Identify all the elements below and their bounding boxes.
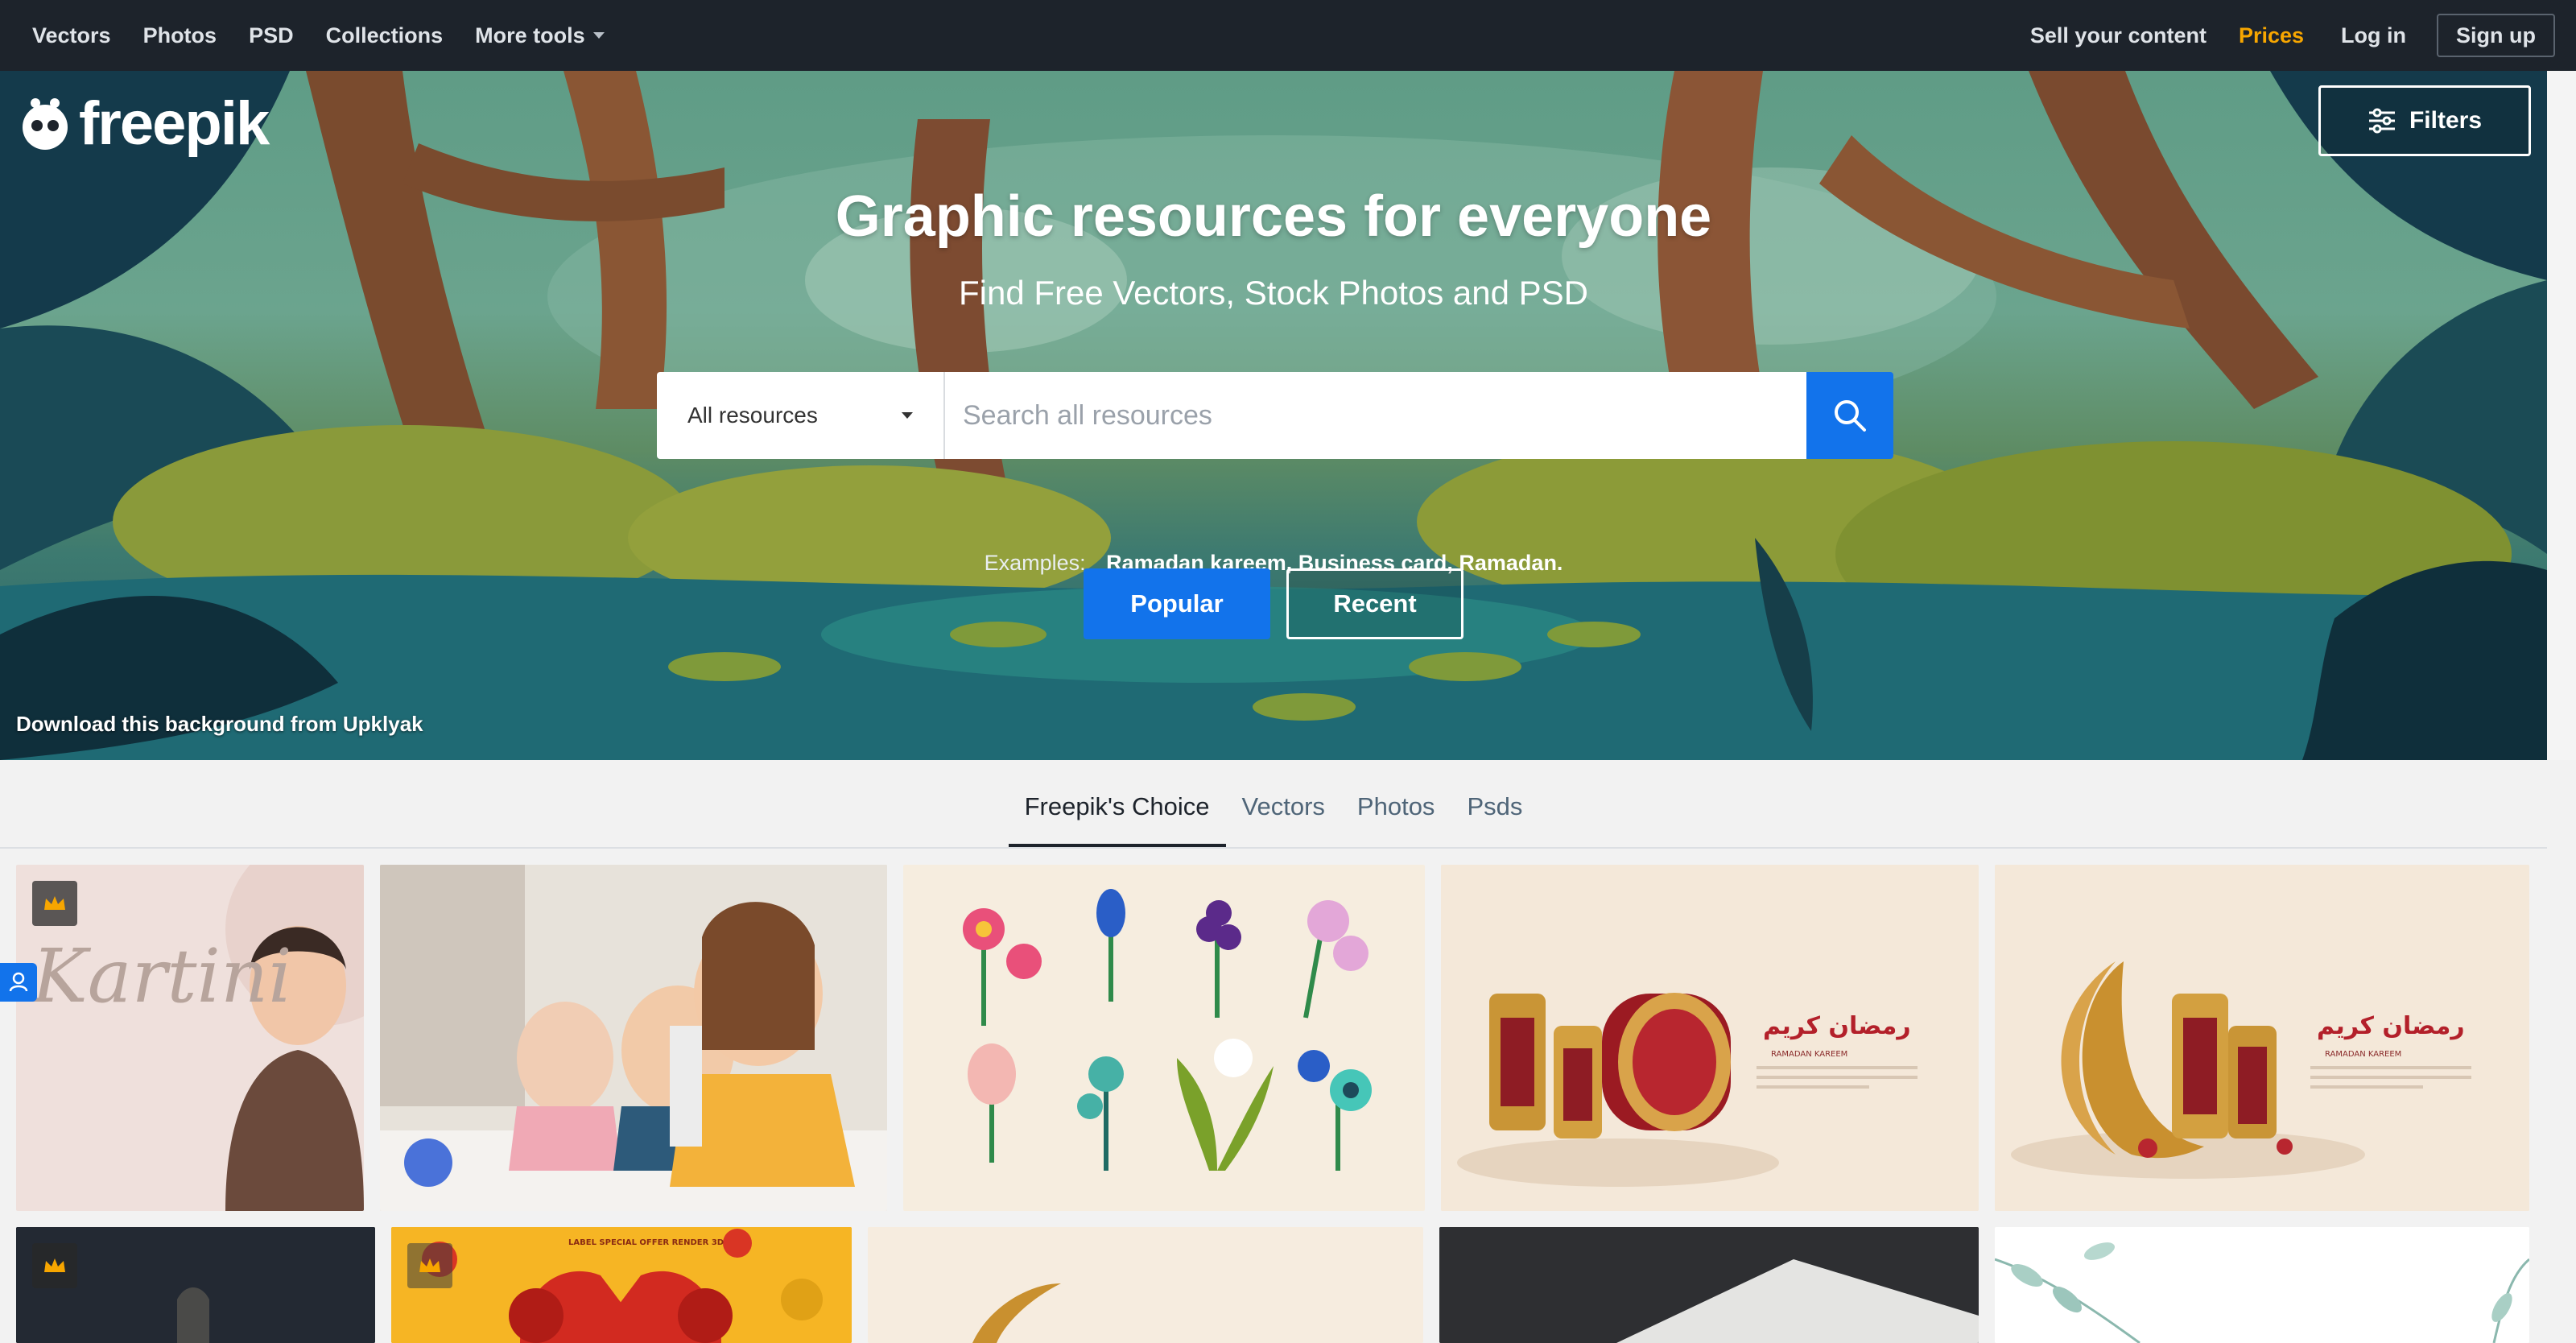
nav-sell-content[interactable]: Sell your content — [2014, 0, 2223, 71]
filters-button[interactable]: Filters — [2318, 85, 2531, 156]
nav-photos[interactable]: Photos — [127, 0, 233, 71]
user-icon — [9, 972, 28, 992]
nav-more-tools-label: More tools — [475, 23, 585, 48]
popular-button[interactable]: Popular — [1084, 568, 1270, 639]
recent-button[interactable]: Recent — [1286, 568, 1463, 639]
chevron-down-icon — [592, 32, 605, 39]
premium-crown-icon — [32, 881, 77, 926]
filters-label: Filters — [2409, 107, 2483, 134]
nav-collections[interactable]: Collections — [310, 0, 460, 71]
resource-card-flowers[interactable] — [903, 865, 1425, 1211]
hero-title: Graphic resources for everyone — [835, 184, 1712, 249]
tab-freepiks-choice[interactable]: Freepik's Choice — [1008, 792, 1226, 847]
tab-vectors[interactable]: Vectors — [1226, 792, 1341, 847]
search-icon — [1835, 400, 1866, 432]
category-tabs: Freepik's Choice Vectors Photos Psds — [0, 760, 2547, 849]
chevron-down-icon — [902, 412, 913, 419]
example-link[interactable]: Ramadan. — [1459, 551, 1563, 575]
hero-subtitle: Find Free Vectors, Stock Photos and PSD — [958, 274, 1589, 312]
hero-banner: freepik Filters Graphic resources for ev… — [0, 71, 2547, 760]
search-input[interactable] — [945, 372, 1806, 459]
resource-card-gold-crescent[interactable] — [868, 1227, 1423, 1343]
resource-card-paper-mockup[interactable] — [1439, 1227, 1979, 1343]
logo-text: freepik — [79, 89, 270, 158]
kartini-title: Kartini — [31, 933, 292, 1019]
user-feedback-tab[interactable] — [0, 963, 37, 1002]
sort-tabs: Popular Recent — [1084, 568, 1463, 639]
paper-mockup-photo — [1439, 1227, 1979, 1343]
promo-megaphone-render: LABEL SPECIAL OFFER RENDER 3D — [391, 1227, 852, 1343]
resource-card-ramadan-crescent[interactable]: رمضان كريم RAMADAN KAREEM — [1995, 865, 2529, 1211]
nav-prices[interactable]: Prices — [2223, 0, 2320, 71]
freepik-logo-icon — [23, 97, 68, 150]
ramadan-drum-render: رمضان كريم RAMADAN KAREEM — [1441, 865, 1979, 1211]
ramadan-sub-text: RAMADAN KAREEM — [1771, 1050, 1847, 1059]
resource-card-eucalyptus[interactable] — [1995, 1227, 2529, 1343]
ramadan-sub-text: RAMADAN KAREEM — [2325, 1050, 2401, 1059]
premium-crown-icon — [407, 1243, 452, 1288]
nav-psd[interactable]: PSD — [233, 0, 310, 71]
resource-card-ramadan-drum[interactable]: رمضان كريم RAMADAN KAREEM — [1441, 865, 1979, 1211]
flowers-illustration — [963, 889, 1372, 1171]
promo-banner-text: LABEL SPECIAL OFFER RENDER 3D — [568, 1238, 724, 1247]
top-navbar: Vectors Photos PSD Collections More tool… — [0, 0, 2576, 71]
resource-type-value: All resources — [687, 403, 818, 428]
ramadan-crescent-render: رمضان كريم RAMADAN KAREEM — [1995, 865, 2529, 1211]
resource-card-promo-megaphone[interactable]: LABEL SPECIAL OFFER RENDER 3D — [391, 1227, 852, 1343]
search-button[interactable] — [1806, 372, 1893, 459]
background-credit[interactable]: Download this background from Upklyak — [16, 712, 423, 737]
page-edge — [2547, 71, 2576, 760]
kids-science-photo — [380, 865, 887, 1211]
ramadan-arabic-text: رمضان كريم — [1763, 1012, 1911, 1040]
tab-photos[interactable]: Photos — [1341, 792, 1451, 847]
eucalyptus-watercolor — [1995, 1227, 2529, 1343]
search-bar: All resources — [657, 372, 1893, 459]
login-button[interactable]: Log in — [2320, 0, 2422, 71]
nav-more-tools[interactable]: More tools — [459, 0, 621, 71]
sliders-icon — [2368, 108, 2395, 134]
signup-button[interactable]: Sign up — [2437, 14, 2555, 57]
ramadan-arabic-text: رمضان كريم — [2317, 1012, 2465, 1040]
tab-psds[interactable]: Psds — [1451, 792, 1538, 847]
resource-type-select[interactable]: All resources — [657, 372, 945, 459]
examples-label: Examples: — [984, 551, 1086, 575]
resource-card-kartini[interactable]: Kartini — [16, 865, 364, 1211]
nav-vectors[interactable]: Vectors — [16, 0, 127, 71]
premium-crown-icon — [32, 1243, 77, 1288]
gold-crescent-render — [868, 1227, 1423, 1343]
resource-card-kids-microscope[interactable] — [380, 865, 887, 1211]
resource-card-dark-ramadan[interactable] — [16, 1227, 375, 1343]
freepik-logo[interactable]: freepik — [16, 89, 270, 159]
